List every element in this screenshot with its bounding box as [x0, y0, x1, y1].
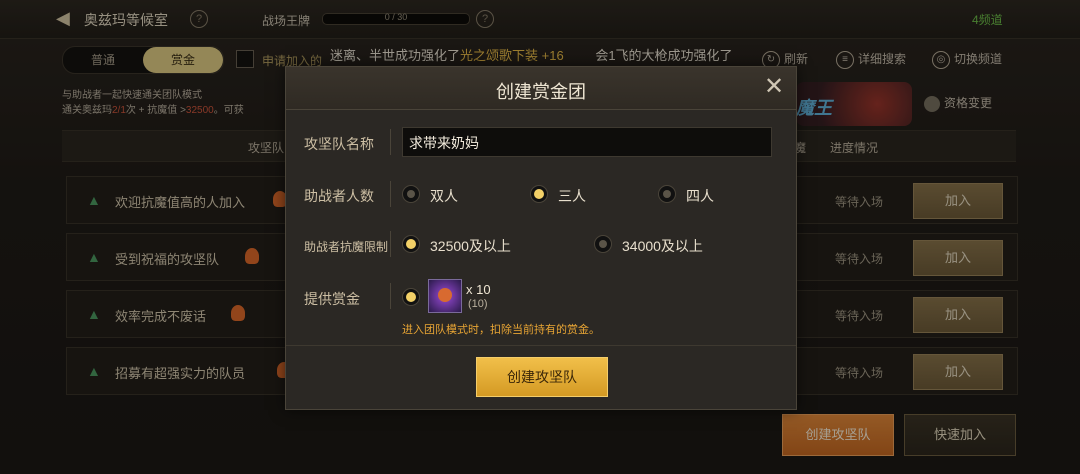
- reward-count: x 10: [466, 282, 491, 297]
- radio-three[interactable]: [530, 185, 548, 203]
- reward-owned: (10): [468, 298, 488, 310]
- modal-create-button[interactable]: 创建攻坚队: [476, 357, 608, 397]
- team-name-input[interactable]: 求带来奶妈: [402, 127, 772, 157]
- radio-four[interactable]: [658, 185, 676, 203]
- reward-label: 提供赏金: [304, 291, 360, 307]
- divider: [390, 129, 391, 155]
- modal-header: 创建赏金团 ✕: [286, 67, 796, 110]
- close-icon[interactable]: ✕: [762, 75, 786, 99]
- option-four-label: 四人: [686, 188, 714, 204]
- option-34000-label: 34000及以上: [622, 238, 703, 254]
- option-32500-label: 32500及以上: [430, 238, 511, 254]
- reward-item-icon[interactable]: [428, 279, 462, 313]
- divider: [390, 283, 391, 309]
- resist-limit-label: 助战者抗魔限制: [304, 240, 389, 254]
- radio-32500[interactable]: [402, 235, 420, 253]
- modal-title: 创建赏金团: [496, 82, 586, 102]
- create-bounty-modal: 创建赏金团 ✕ 攻坚队名称 求带来奶妈 助战者人数 双人 三人 四人 助战者抗魔…: [285, 66, 797, 410]
- option-three-label: 三人: [558, 188, 586, 204]
- radio-two[interactable]: [402, 185, 420, 203]
- divider: [286, 345, 796, 346]
- reward-warning: 进入团队模式时，扣除当前持有的赏金。: [402, 324, 600, 336]
- divider: [390, 181, 391, 207]
- helper-count-label: 助战者人数: [304, 188, 374, 204]
- radio-reward[interactable]: [402, 288, 420, 306]
- option-two-label: 双人: [430, 188, 458, 204]
- divider: [390, 231, 391, 257]
- team-name-label: 攻坚队名称: [304, 136, 374, 152]
- radio-34000[interactable]: [594, 235, 612, 253]
